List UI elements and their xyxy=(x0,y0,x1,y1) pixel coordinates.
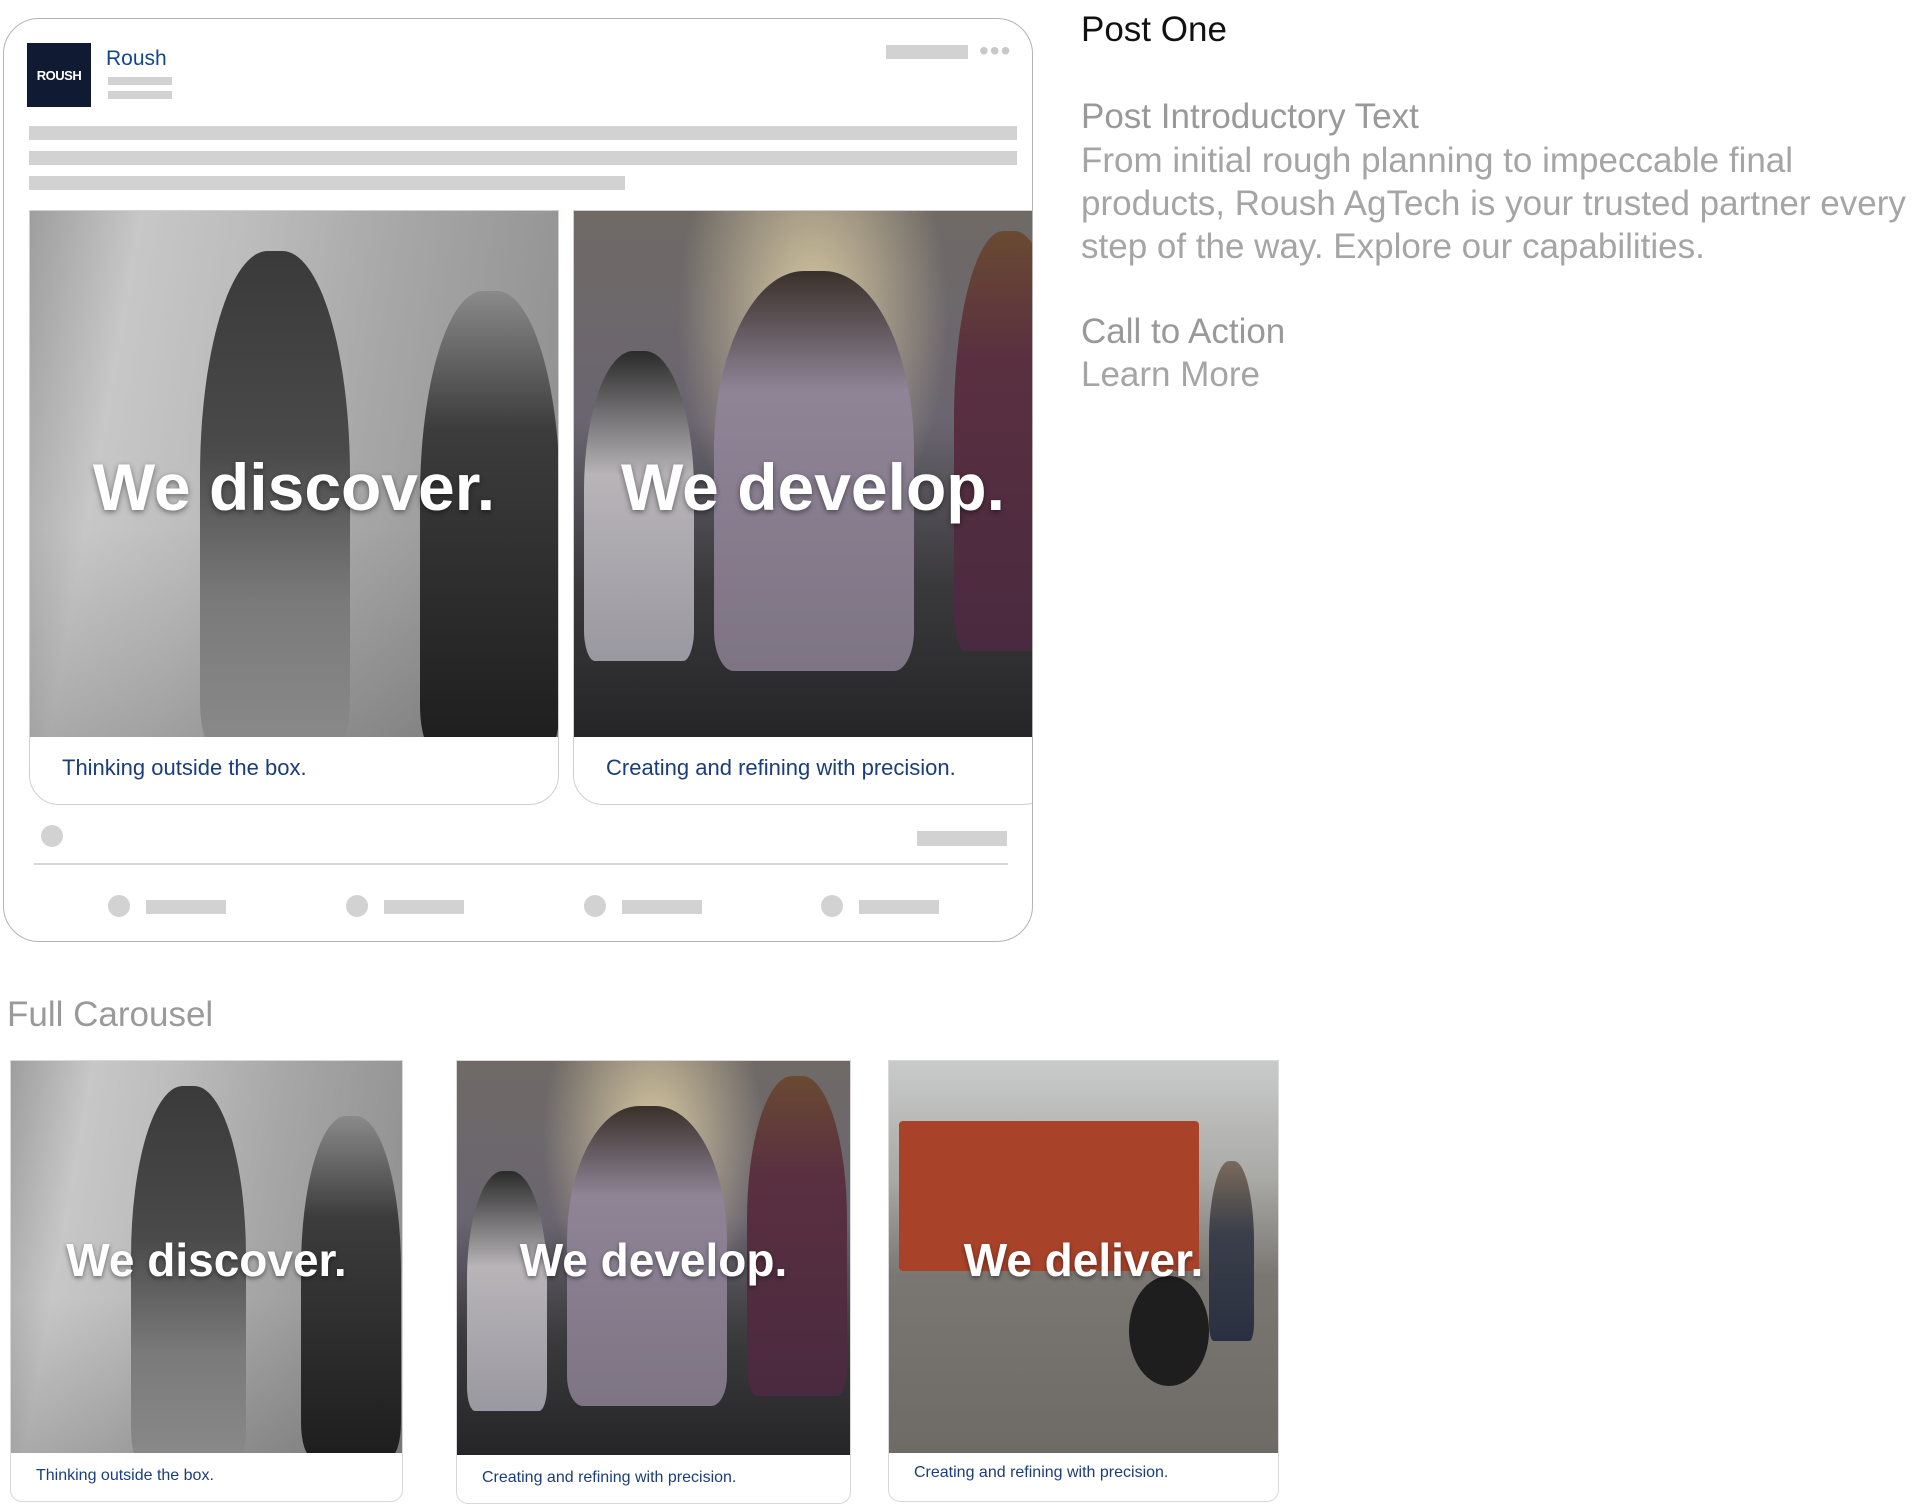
cta-text: Learn More xyxy=(1081,355,1260,394)
repost-icon-placeholder[interactable] xyxy=(584,895,606,917)
company-name-link[interactable]: Roush xyxy=(106,47,167,71)
slide-headline: We develop. xyxy=(519,1234,788,1286)
carousel-thumbnail-discover[interactable]: We discover. Thinking outside the box. xyxy=(10,1060,403,1502)
intro-text-label: Post Introductory Text xyxy=(1081,97,1419,136)
slide-headline: We discover. xyxy=(66,1234,347,1286)
post-text-placeholder-line xyxy=(29,151,1017,165)
slide-headline: We deliver. xyxy=(963,1234,1204,1286)
follow-button-placeholder[interactable] xyxy=(886,45,968,59)
post-text-placeholder-line xyxy=(29,126,1017,140)
carousel-thumbnail-deliver[interactable]: We deliver. Creating and refining with p… xyxy=(888,1060,1279,1502)
carousel-thumbnail-develop[interactable]: We develop. Creating and refining with p… xyxy=(456,1060,851,1504)
slide-caption: Creating and refining with precision. xyxy=(606,755,956,780)
cta-label: Call to Action xyxy=(1081,312,1286,351)
like-icon-placeholder[interactable] xyxy=(108,895,130,917)
carousel-slide-develop[interactable]: We develop. Creating and refining with p… xyxy=(573,210,1032,805)
full-carousel-heading: Full Carousel xyxy=(7,995,214,1034)
slide-headline: We discover. xyxy=(92,450,496,524)
person-figure xyxy=(954,231,1032,651)
slide-caption: Thinking outside the box. xyxy=(62,755,307,780)
post-text-placeholder-line xyxy=(29,176,625,190)
slide-caption: Thinking outside the box. xyxy=(36,1467,214,1484)
slide-caption: Creating and refining with precision. xyxy=(914,1464,1169,1481)
slide-caption: Creating and refining with precision. xyxy=(482,1469,737,1486)
follower-count-placeholder xyxy=(108,77,172,85)
comment-label-placeholder[interactable] xyxy=(384,900,464,914)
send-label-placeholder[interactable] xyxy=(859,900,939,914)
carousel-slide-discover[interactable]: We discover. Thinking outside the box. xyxy=(29,210,559,805)
like-label-placeholder[interactable] xyxy=(146,900,226,914)
intro-text-body: From initial rough planning to impeccabl… xyxy=(1081,141,1906,266)
slide-headline: We develop. xyxy=(621,450,1005,524)
send-icon-placeholder[interactable] xyxy=(821,895,843,917)
post-title: Post One xyxy=(1081,10,1227,49)
more-options-icon[interactable]: ••• xyxy=(979,37,1011,65)
comments-count-placeholder xyxy=(917,831,1007,846)
company-logo[interactable]: ROUSH xyxy=(27,43,91,107)
machine-tire xyxy=(1129,1276,1209,1386)
action-bar-divider xyxy=(34,863,1008,865)
post-preview-card: ROUSH Roush ••• We discover. Thinking ou… xyxy=(3,18,1033,942)
comment-icon-placeholder[interactable] xyxy=(346,895,368,917)
person-figure xyxy=(467,1171,547,1411)
reactions-icon-placeholder xyxy=(41,825,63,847)
post-time-placeholder xyxy=(108,91,172,99)
repost-label-placeholder[interactable] xyxy=(622,900,702,914)
